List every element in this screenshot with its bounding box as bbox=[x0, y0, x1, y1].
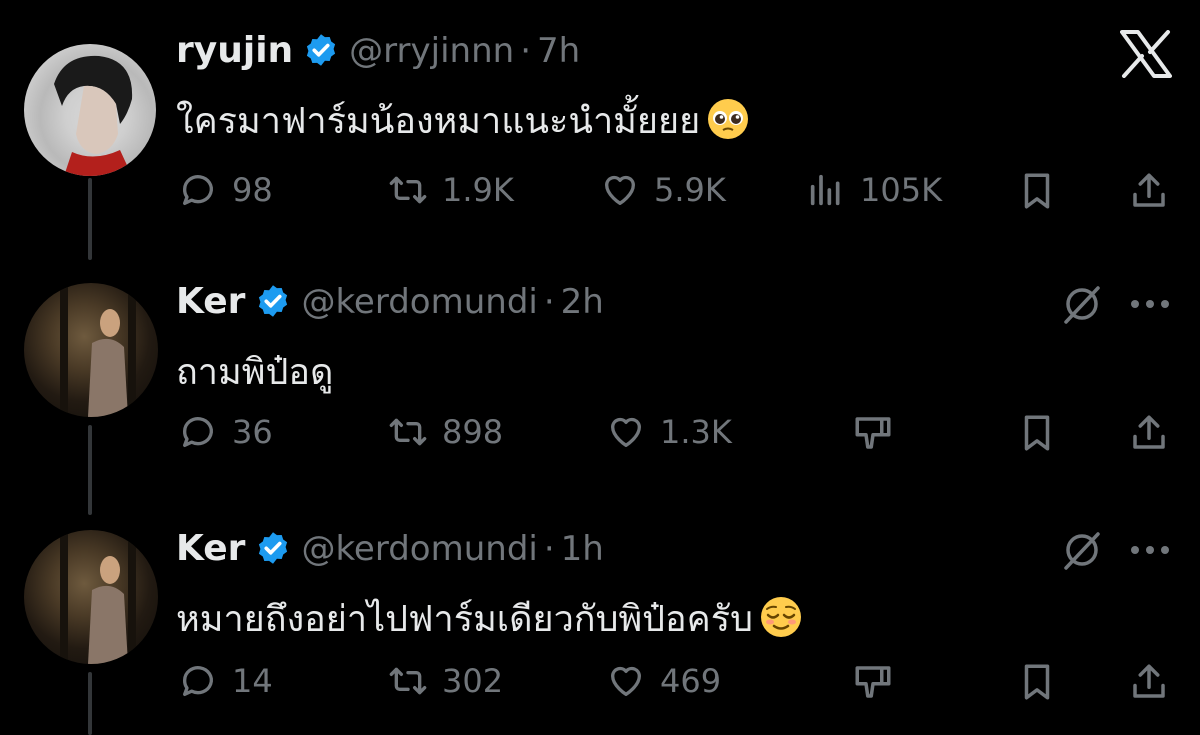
verified-badge-icon bbox=[259, 285, 288, 317]
separator-dot: · bbox=[543, 529, 555, 569]
reply-count: 14 bbox=[232, 662, 273, 700]
like-count: 1.3K bbox=[660, 413, 732, 451]
thumbs-down-icon bbox=[855, 666, 891, 698]
verified-badge-icon bbox=[307, 34, 336, 66]
avatar[interactable] bbox=[24, 44, 156, 176]
retweet-button[interactable]: 302 bbox=[388, 661, 503, 701]
share-button[interactable] bbox=[1128, 412, 1184, 454]
thread-line bbox=[88, 178, 92, 260]
tweet-text: ใครมาฟาร์มน้องหมาแนะนำมั้ยยย bbox=[176, 92, 750, 149]
downvote-button[interactable] bbox=[852, 661, 908, 703]
tweet-text: ถามพิป๋อดู bbox=[176, 352, 334, 393]
share-icon bbox=[1133, 173, 1165, 207]
views-count: 105K bbox=[860, 171, 943, 209]
grok-slash-icon[interactable] bbox=[1060, 282, 1104, 326]
handle[interactable]: @kerdomundi bbox=[301, 282, 537, 322]
like-count: 469 bbox=[660, 662, 722, 700]
tweet-text-content: หมายถึงอย่าไปฟาร์มเดียวกับพิป๋อครับ bbox=[176, 599, 753, 640]
reply-icon bbox=[183, 417, 213, 447]
bookmark-button[interactable] bbox=[1016, 412, 1072, 454]
tweet-actions: 98 1.9K 5.9K 105K bbox=[176, 170, 1200, 220]
retweet-count: 1.9K bbox=[442, 171, 514, 209]
retweet-icon bbox=[389, 176, 427, 204]
tweet-text: หมายถึงอย่าไปฟาร์มเดียวกับพิป๋อครับ bbox=[176, 590, 803, 647]
share-button[interactable] bbox=[1128, 170, 1184, 212]
heart-icon bbox=[611, 417, 641, 447]
retweet-icon bbox=[389, 667, 427, 695]
display-name[interactable]: Ker bbox=[176, 281, 245, 322]
heart-icon bbox=[611, 666, 641, 696]
retweet-button[interactable]: 1.9K bbox=[388, 170, 514, 210]
tweet-header: Ker @kerdomundi · 1h bbox=[176, 528, 604, 569]
reply-count: 98 bbox=[232, 171, 273, 209]
tweet-text-content: ใครมาฟาร์มน้องหมาแนะนำมั้ยยย bbox=[176, 101, 701, 142]
retweet-icon bbox=[389, 418, 427, 446]
share-icon bbox=[1133, 415, 1165, 449]
more-options-icon[interactable] bbox=[1130, 544, 1170, 556]
tweet-actions: 14 302 469 bbox=[176, 661, 1200, 711]
like-count: 5.9K bbox=[654, 171, 726, 209]
thread-line bbox=[88, 672, 92, 735]
pleading-face-emoji-icon bbox=[708, 99, 749, 139]
timestamp[interactable]: 1h bbox=[561, 529, 604, 569]
like-button[interactable]: 1.3K bbox=[606, 412, 732, 452]
verified-badge-icon bbox=[259, 532, 288, 564]
heart-icon bbox=[605, 175, 635, 205]
reply-button[interactable]: 36 bbox=[178, 412, 273, 452]
handle[interactable]: @kerdomundi bbox=[301, 529, 537, 569]
avatar[interactable] bbox=[24, 530, 158, 664]
retweet-button[interactable]: 898 bbox=[388, 412, 503, 452]
share-button[interactable] bbox=[1128, 661, 1184, 703]
x-logo-icon[interactable] bbox=[1120, 30, 1172, 78]
thumbs-down-icon bbox=[855, 417, 891, 449]
bookmark-icon bbox=[1024, 664, 1050, 700]
more-options-icon[interactable] bbox=[1130, 298, 1170, 310]
reply-button[interactable]: 14 bbox=[178, 661, 273, 701]
reply-button[interactable]: 98 bbox=[178, 170, 273, 210]
share-icon bbox=[1133, 664, 1165, 698]
bookmark-button[interactable] bbox=[1016, 170, 1072, 212]
like-button[interactable]: 469 bbox=[606, 661, 721, 701]
like-button[interactable]: 5.9K bbox=[600, 170, 726, 210]
relieved-face-emoji-icon bbox=[760, 597, 801, 637]
bookmark-button[interactable] bbox=[1016, 661, 1072, 703]
grok-slash-icon[interactable] bbox=[1060, 528, 1104, 572]
thread-line bbox=[88, 425, 92, 515]
bookmark-icon bbox=[1024, 415, 1050, 451]
bookmark-icon bbox=[1024, 173, 1050, 209]
separator-dot: · bbox=[520, 31, 532, 71]
reply-count: 36 bbox=[232, 413, 273, 451]
tweet-header: Ker @kerdomundi · 2h bbox=[176, 281, 604, 322]
tweet-actions: 36 898 1.3K bbox=[176, 412, 1200, 462]
handle[interactable]: @rryjinnn bbox=[349, 31, 514, 71]
retweet-count: 302 bbox=[442, 662, 504, 700]
avatar[interactable] bbox=[24, 283, 158, 417]
separator-dot: · bbox=[543, 282, 555, 322]
downvote-button[interactable] bbox=[852, 412, 908, 454]
timestamp[interactable]: 7h bbox=[537, 31, 580, 71]
reply-icon bbox=[183, 666, 213, 696]
display-name[interactable]: ryujin bbox=[176, 30, 293, 71]
views-button[interactable]: 105K bbox=[806, 170, 942, 210]
retweet-count: 898 bbox=[442, 413, 504, 451]
views-chart-icon bbox=[810, 174, 840, 206]
display-name[interactable]: Ker bbox=[176, 528, 245, 569]
tweet-header: ryujin @rryjinnn · 7h bbox=[176, 30, 580, 71]
timestamp[interactable]: 2h bbox=[561, 282, 604, 322]
reply-icon bbox=[183, 175, 213, 205]
